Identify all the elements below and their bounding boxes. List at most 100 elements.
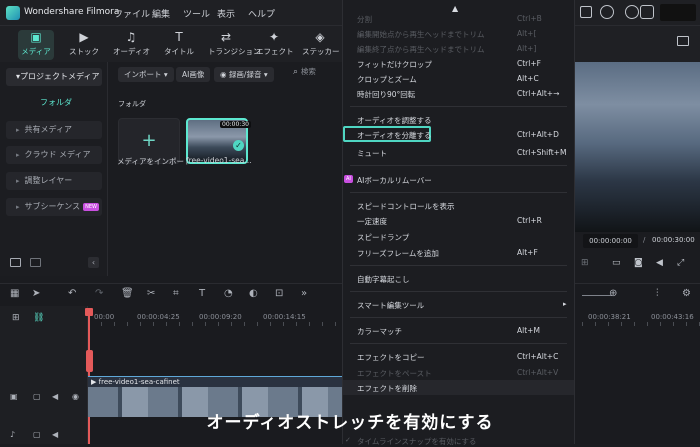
total-time: 00:00:30:00 bbox=[652, 236, 695, 244]
chevron-right-icon: ▸ bbox=[16, 203, 20, 211]
search-input[interactable]: ⌕ 検索 bbox=[293, 66, 339, 82]
shortcut-color-match: Alt+M bbox=[517, 326, 540, 335]
color-icon[interactable]: ◐ bbox=[249, 288, 258, 299]
delete-icon[interactable]: 🗑 bbox=[121, 288, 134, 299]
menu-item-rotate[interactable]: 時計回り90°回転 bbox=[357, 89, 415, 100]
headset-icon[interactable] bbox=[625, 5, 639, 19]
new-badge: NEW bbox=[83, 202, 99, 211]
cut-icon[interactable]: ✂ bbox=[147, 288, 155, 299]
preview-settings-icon[interactable] bbox=[677, 36, 689, 46]
menu-item-crop-fit[interactable]: フィットだけクロップ bbox=[357, 59, 432, 70]
sidebar-item-folder[interactable]: フォルダ bbox=[40, 97, 72, 108]
fullscreen-icon[interactable]: ⤢ bbox=[677, 258, 684, 268]
save-icon[interactable] bbox=[580, 6, 592, 18]
columns-icon[interactable]: ⫶ bbox=[656, 288, 659, 299]
search-icon: ⌕ bbox=[293, 67, 299, 77]
zoom-slider[interactable] bbox=[582, 295, 612, 296]
clip-caption: free-video1-sea... bbox=[186, 156, 252, 165]
ruler-label: 00:00:14:15 bbox=[263, 313, 306, 321]
sidebar-item-shared-media[interactable]: ▸ 共有メディア bbox=[6, 121, 102, 139]
add-track-icon[interactable]: ⊞ bbox=[12, 313, 20, 323]
account-area[interactable] bbox=[660, 4, 696, 21]
keyframe-icon[interactable]: ⊡ bbox=[275, 288, 283, 299]
menu-view[interactable]: 表示 bbox=[217, 7, 235, 20]
more-icon[interactable]: » bbox=[301, 288, 307, 299]
notification-icon[interactable] bbox=[640, 5, 654, 19]
transition-icon: ⇄ bbox=[220, 30, 232, 44]
ruler-label: 00:00:43:16 bbox=[651, 313, 694, 321]
current-time[interactable]: 00:00:00:00 bbox=[583, 234, 638, 248]
redo-icon[interactable]: ↷ bbox=[95, 288, 103, 299]
layout-icon[interactable]: ▦ bbox=[10, 288, 19, 299]
menu-item-remove-effects[interactable]: エフェクトを削除 bbox=[357, 383, 417, 394]
menu-tools[interactable]: ツール bbox=[183, 7, 210, 20]
tab-title[interactable]: T タイトル bbox=[161, 30, 197, 60]
tab-stock[interactable]: ▶ ストック bbox=[66, 30, 102, 60]
menu-item-color-match[interactable]: カラーマッチ bbox=[357, 326, 402, 337]
crop-icon[interactable]: ⌗ bbox=[173, 288, 179, 299]
shortcut-mute: Ctrl+Shift+M bbox=[517, 148, 567, 157]
snapshot-icon[interactable]: ◙ bbox=[634, 258, 643, 268]
sidebar-item-cloud-media[interactable]: ▸ クラウド メディア bbox=[6, 146, 102, 164]
ruler-label: 00:00:38:21 bbox=[588, 313, 631, 321]
tab-transition[interactable]: ⇄ トランジション bbox=[208, 30, 261, 60]
menu-item-ai-vocal-remover[interactable]: AIボーカルリムーバー bbox=[357, 175, 432, 186]
chevron-right-icon: ▸ bbox=[16, 177, 20, 185]
sidebar-item-subsequence[interactable]: ▸ サブシーケンス NEW bbox=[6, 198, 102, 216]
text-icon[interactable]: T bbox=[199, 288, 205, 299]
video-track-icon: ▣ bbox=[10, 392, 18, 401]
menu-item-speed-ramp[interactable]: スピードランプ bbox=[357, 232, 409, 243]
tab-media[interactable]: ▣ メディア bbox=[18, 30, 54, 60]
sidebar-item-adjustment-layer[interactable]: ▸ 調整レイヤー bbox=[6, 172, 102, 190]
menu-edit[interactable]: 編集 bbox=[152, 7, 170, 20]
filmora-logo-icon bbox=[6, 6, 20, 20]
menu-separator bbox=[350, 317, 567, 318]
menu-item-freeze-frame[interactable]: フリーズフレームを追加 bbox=[357, 248, 439, 259]
menu-item-mute[interactable]: ミュート bbox=[357, 148, 387, 159]
speed-icon[interactable]: ◔ bbox=[224, 288, 233, 299]
tab-sticker[interactable]: ◈ ステッカー bbox=[302, 30, 340, 60]
track-visibility-icon[interactable]: ◉ bbox=[72, 392, 79, 401]
cloud-upload-icon[interactable] bbox=[600, 5, 614, 19]
import-dropdown[interactable]: インポート ▾ bbox=[118, 67, 174, 82]
play-icon: ▶ bbox=[91, 378, 97, 386]
ai-image-button[interactable]: AI画像 bbox=[176, 67, 211, 82]
volume-icon[interactable]: ◀ bbox=[656, 258, 663, 268]
settings-icon[interactable]: ⚙ bbox=[682, 288, 691, 299]
menu-item-smart-tools[interactable]: スマート編集ツール bbox=[357, 300, 424, 311]
new-folder-icon[interactable] bbox=[10, 258, 21, 267]
chevron-right-icon: ▸ bbox=[16, 126, 20, 134]
tab-effect[interactable]: ✦ エフェクト bbox=[256, 30, 294, 60]
folder-icon[interactable] bbox=[30, 258, 41, 267]
record-dropdown[interactable]: ◉ 録画/録音 ▾ bbox=[214, 67, 274, 82]
menu-help[interactable]: ヘルプ bbox=[248, 7, 275, 20]
tab-audio[interactable]: ♫ オーディオ bbox=[113, 30, 150, 60]
menu-item-uniform-speed[interactable]: 一定速度 bbox=[357, 216, 387, 227]
monitor-icon[interactable]: ▭ bbox=[612, 258, 621, 268]
menu-item-adjust-audio[interactable]: オーディオを調整する bbox=[357, 115, 431, 126]
menu-item-crop-zoom[interactable]: クロップとズーム bbox=[357, 74, 417, 85]
menu-item-auto-captions[interactable]: 自動字幕起こし bbox=[357, 274, 410, 285]
undo-icon[interactable]: ↶ bbox=[68, 288, 76, 299]
menu-item-detach-audio[interactable]: オーディオを分離する bbox=[357, 130, 431, 141]
title-icon: T bbox=[175, 30, 183, 44]
menu-file[interactable]: ファイル bbox=[114, 7, 150, 20]
fit-icon[interactable]: ⊞ bbox=[581, 258, 589, 268]
playhead-handle[interactable] bbox=[85, 308, 93, 316]
menu-separator bbox=[350, 343, 567, 344]
collapse-panel-icon[interactable]: ‹ bbox=[88, 257, 99, 268]
link-icon[interactable]: ⛓ bbox=[33, 313, 44, 323]
zoom-in-icon[interactable]: ⊕ bbox=[609, 288, 617, 299]
select-arrow-icon[interactable]: ➤ bbox=[32, 288, 40, 299]
media-panel bbox=[108, 62, 342, 276]
menu-separator bbox=[350, 165, 567, 166]
scroll-up-icon[interactable]: ▲ bbox=[452, 4, 458, 13]
track-folder-icon[interactable]: ▢ bbox=[33, 392, 41, 401]
sidebar-item-project-media[interactable]: ▾プロジェクトメディア bbox=[6, 68, 102, 86]
sticker-icon: ◈ bbox=[315, 30, 325, 44]
playhead-marker bbox=[86, 350, 93, 372]
shortcut-paste-effects: Ctrl+Alt+V bbox=[517, 368, 559, 377]
menu-item-copy-effects[interactable]: エフェクトをコピー bbox=[357, 352, 425, 363]
menu-item-show-speed[interactable]: スピードコントロールを表示 bbox=[357, 201, 455, 212]
track-audio-icon[interactable]: ◀ bbox=[52, 392, 58, 401]
